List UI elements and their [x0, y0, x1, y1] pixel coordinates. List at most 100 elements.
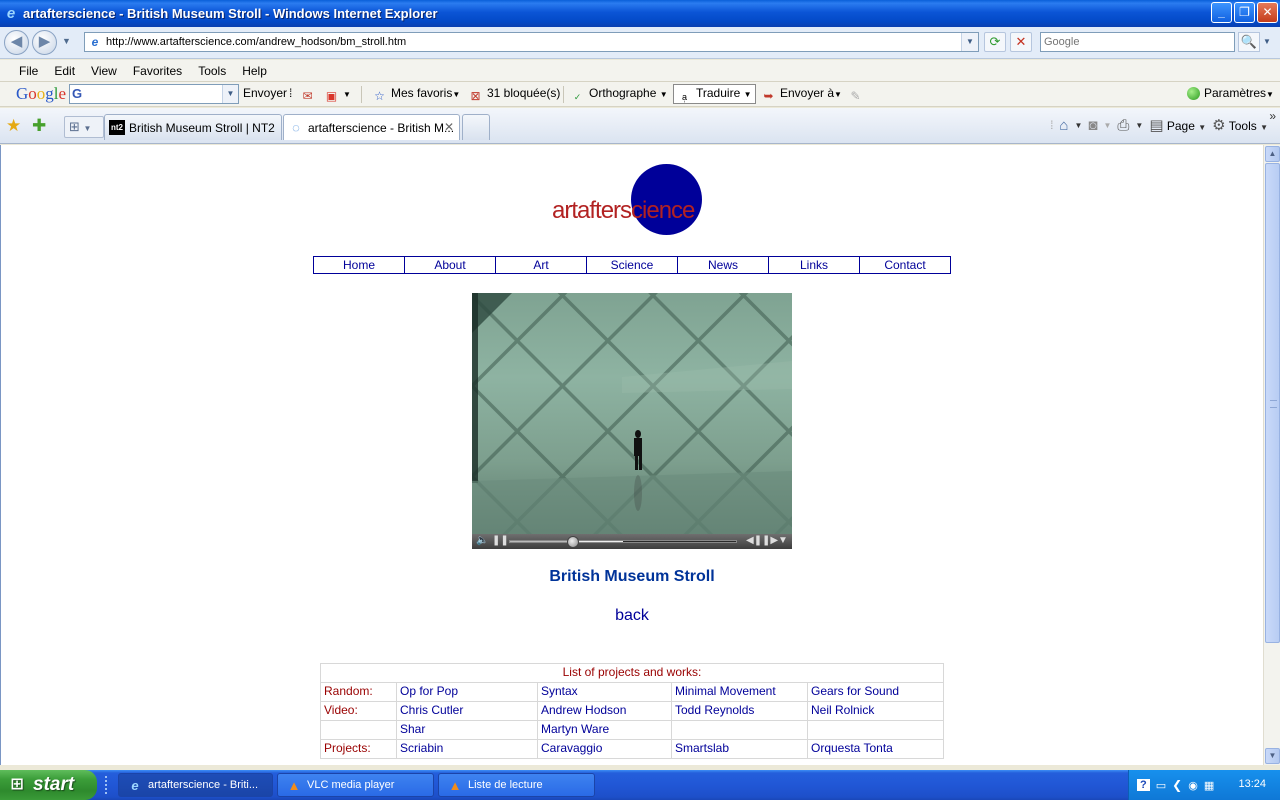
close-button[interactable]: ✕ [1257, 2, 1278, 23]
project-link[interactable]: Scriabin [396, 739, 538, 759]
favorites-button[interactable]: ☆ Mes favoris▼ [372, 86, 460, 104]
project-link[interactable]: Smartslab [671, 739, 808, 759]
quick-tabs-button[interactable]: ⊞ ▼ [64, 116, 104, 138]
display-icon[interactable]: ▭ [1156, 779, 1166, 792]
search-options-dropdown[interactable]: ▼ [1263, 37, 1271, 46]
project-link[interactable]: Martyn Ware [537, 720, 672, 740]
new-tab-button[interactable] [462, 114, 490, 140]
minimize-button[interactable]: _ [1211, 2, 1232, 23]
nav-news[interactable]: News [678, 257, 769, 273]
show-hidden-icons[interactable]: ❮ [1172, 778, 1182, 792]
menu-view[interactable]: View [91, 64, 117, 78]
video-player[interactable]: 🔈 ❚❚ ◀❚ ❚▶ ▼ [472, 293, 792, 549]
nav-links[interactable]: Links [769, 257, 860, 273]
search-input[interactable] [1041, 33, 1234, 51]
menu-help[interactable]: Help [242, 64, 267, 78]
menu-tools[interactable]: Tools [198, 64, 226, 78]
address-url[interactable]: http://www.artafterscience.com/andrew_ho… [106, 36, 406, 48]
google-send-button[interactable]: Envoyer [243, 86, 287, 100]
volume-tray-icon[interactable]: ◉ [1188, 779, 1198, 792]
scroll-down-icon[interactable]: ▼ [1265, 748, 1280, 764]
page-menu[interactable]: ▤ Page ▼ [1149, 116, 1206, 134]
stop-button[interactable]: ✕ [1010, 32, 1032, 52]
search-button[interactable]: 🔍 [1238, 32, 1260, 52]
spelling-button[interactable]: ✓ Orthographe ▼ [570, 86, 668, 105]
google-search-box[interactable]: G ▼ [69, 84, 239, 104]
vertical-scrollbar[interactable]: ▲ ▼ [1263, 145, 1280, 765]
nav-art[interactable]: Art [496, 257, 587, 273]
project-link[interactable]: Neil Rolnick [807, 701, 944, 721]
clock: 13:24 [1238, 778, 1266, 790]
help-icon[interactable]: ? [1137, 779, 1150, 791]
video-frame[interactable] [472, 293, 792, 534]
nav-science[interactable]: Science [587, 257, 678, 273]
project-link[interactable]: Syntax [537, 682, 672, 702]
tab-artafterscience[interactable]: ◌ artafterscience - British M... ✕ [283, 114, 460, 140]
feeds-icon[interactable]: ◙ [1088, 117, 1097, 134]
ie-icon: e [131, 777, 139, 793]
forward-button[interactable]: ▶ [32, 30, 57, 55]
nav-about[interactable]: About [405, 257, 496, 273]
search-box[interactable] [1040, 32, 1235, 52]
translate-control[interactable]: a̹ Traduire ▼ [677, 86, 752, 105]
maximize-button[interactable]: ❐ [1234, 2, 1255, 23]
menu-edit[interactable]: Edit [54, 64, 75, 78]
nav-home[interactable]: Home [314, 257, 405, 273]
address-bar[interactable]: e http://www.artafterscience.com/andrew_… [84, 32, 979, 52]
project-link[interactable]: Minimal Movement [671, 682, 808, 702]
fast-forward-icon[interactable]: ❚▶ [762, 535, 778, 546]
send-to-button[interactable]: ➥ Envoyer à▼ [761, 86, 841, 104]
taskbar-item-vlc[interactable]: ▲ VLC media player [277, 773, 434, 797]
favorites-center-icon[interactable]: ★ [6, 116, 21, 136]
google-search-dropdown[interactable]: ▼ [222, 85, 238, 103]
popup-blocker-button[interactable]: ⊠ 31 bloquée(s) [468, 86, 560, 104]
menu-dropdown-icon[interactable]: ▼ [778, 535, 788, 546]
scroll-up-icon[interactable]: ▲ [1265, 146, 1280, 162]
close-tab-icon[interactable]: ✕ [444, 120, 454, 134]
tools-menu[interactable]: ⚙ Tools ▼ [1212, 116, 1268, 134]
spellcheck-icon: ✓ [573, 92, 582, 102]
logo-text: artafterscience [552, 197, 695, 224]
scroll-thumb[interactable] [1265, 163, 1280, 643]
project-link[interactable]: Caravaggio [537, 739, 672, 759]
project-link[interactable]: Andrew Hodson [537, 701, 672, 721]
project-link[interactable] [807, 720, 944, 740]
project-link[interactable]: Op for Pop [396, 682, 538, 702]
site-logo[interactable]: artafterscience [552, 164, 722, 236]
print-icon[interactable]: ⎙ [1117, 117, 1129, 134]
seek-bar[interactable] [509, 536, 737, 548]
address-dropdown[interactable]: ▼ [961, 33, 978, 51]
start-button[interactable]: ⊞ start [0, 770, 97, 800]
rewind-icon[interactable]: ◀❚ [746, 535, 762, 546]
nav-contact[interactable]: Contact [860, 257, 950, 273]
project-link[interactable]: Chris Cutler [396, 701, 538, 721]
chevron-right-icon[interactable]: » [1269, 109, 1276, 123]
project-link[interactable]: Todd Reynolds [671, 701, 808, 721]
taskbar-item-ie[interactable]: e artafterscience - Briti... [118, 773, 273, 797]
seek-handle[interactable] [567, 536, 580, 548]
project-link[interactable] [671, 720, 808, 740]
bookmark-icon[interactable]: ✉ [300, 86, 319, 104]
project-link[interactable]: Orquesta Tonta [807, 739, 944, 759]
ie-icon: e [6, 4, 16, 22]
project-link[interactable]: Gears for Sound [807, 682, 944, 702]
taskbar-item-playlist[interactable]: ▲ Liste de lecture [438, 773, 595, 797]
project-link[interactable]: Shar [396, 720, 538, 740]
menu-file[interactable]: File [19, 64, 38, 78]
back-link[interactable]: back [1, 607, 1263, 625]
menu-favorites[interactable]: Favorites [133, 64, 182, 78]
volume-icon[interactable]: 🔈 [476, 535, 488, 546]
recent-pages-dropdown[interactable]: ▼ [62, 36, 71, 46]
taskbar-item-label: Liste de lecture [468, 779, 543, 791]
favorites-label: Mes favoris [391, 86, 453, 100]
refresh-button[interactable]: ⟳ [984, 32, 1006, 52]
tab-british-museum-stroll-nt2[interactable]: nt2 British Museum Stroll | NT2 [104, 114, 282, 140]
highlight-icon[interactable]: ✎ [848, 86, 867, 104]
settings-button[interactable]: Paramètres▼ [1187, 86, 1274, 100]
pause-icon[interactable]: ❚❚ [492, 535, 509, 546]
home-icon[interactable]: ⌂ [1059, 117, 1068, 134]
back-button[interactable]: ◀ [4, 30, 29, 55]
apps-icon[interactable]: ▣ ▼ [324, 86, 351, 104]
add-favorites-icon[interactable]: ✚ [32, 116, 46, 136]
network-icon[interactable]: ▦ [1204, 779, 1214, 792]
